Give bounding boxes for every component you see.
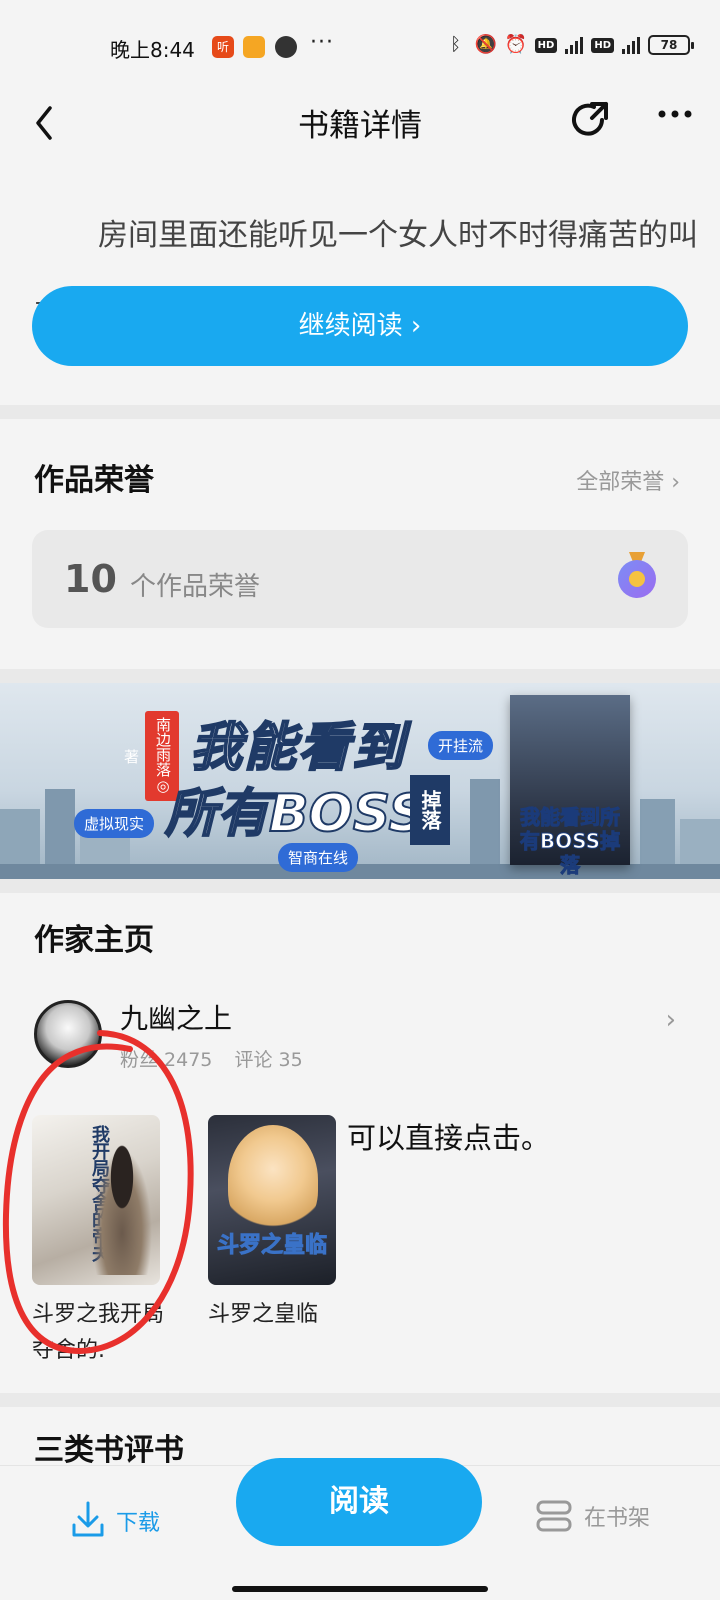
- battery-icon: 78: [648, 35, 694, 55]
- banner-drop-label: 掉落: [410, 775, 450, 845]
- download-button[interactable]: 下载: [70, 1496, 160, 1546]
- status-time: 晚上8:44: [110, 38, 195, 62]
- alarm-icon: ⏰: [504, 34, 528, 55]
- hd-icon: HD: [534, 37, 558, 53]
- chapter-preview: 房间里面还能听见一个女人时不时得痛苦的叫声 继续阅读 ›: [0, 160, 720, 405]
- author-book-card[interactable]: 斗罗之皇临 斗罗之皇临: [208, 1115, 336, 1369]
- mute-icon: 🔕: [474, 34, 498, 55]
- author-name[interactable]: 九幽之上: [120, 997, 232, 1037]
- status-indicators: ᛒ 🔕 ⏰ HD HD 78: [445, 34, 694, 56]
- more-button[interactable]: [650, 94, 700, 138]
- bottom-action-bar: 下载 阅读 在书架: [0, 1458, 720, 1600]
- promo-banner[interactable]: 南边雨落◎著 我能看到 所有BOSS 掉落 虚拟现实 开挂流 智商在线 我能看到…: [0, 683, 720, 879]
- banner-title-line1: 我能看到: [189, 717, 407, 779]
- banner-genre-tag: 虚拟现实: [74, 809, 155, 838]
- author-stats: 粉丝 2475 评论 35: [120, 1045, 319, 1072]
- share-button[interactable]: [568, 98, 612, 142]
- section-divider: [0, 879, 720, 893]
- medal-icon: [618, 560, 656, 598]
- banner-title-line2: 所有BOSS: [164, 783, 427, 845]
- more-icon: [658, 110, 692, 118]
- notes-app-icon: [243, 36, 265, 58]
- banner-cover-title: 我能看到所有BOSS掉落: [519, 805, 621, 878]
- book-title[interactable]: 斗罗之我开局夺舍的.: [32, 1297, 172, 1369]
- signal-icon: [565, 36, 584, 54]
- author-fans-count: 粉丝 2475: [120, 1049, 213, 1071]
- signal-icon-2: [622, 36, 640, 54]
- author-avatar[interactable]: [34, 1000, 102, 1068]
- section-divider: [0, 405, 720, 419]
- banner-style-tag: 开挂流: [428, 731, 494, 760]
- read-button[interactable]: 阅读: [236, 1458, 482, 1546]
- author-book-card[interactable]: 我开局夺舍的帝夫 斗罗之我开局夺舍的.: [32, 1115, 164, 1369]
- cover-character-art: [87, 1135, 157, 1275]
- status-bar: 晚上8:44 听 ··· ᛒ 🔕 ⏰ HD HD 78: [0, 0, 720, 90]
- honors-title: 作品荣誉: [34, 463, 154, 498]
- author-section: 作家主页 九幽之上 粉丝 2475 评论 35 › 我开局夺舍的帝夫 斗罗之我开…: [0, 893, 720, 1393]
- page-title: 书籍详情: [298, 108, 422, 144]
- section-divider: [0, 669, 720, 683]
- book-cover-text: 斗罗之皇临: [216, 1233, 327, 1259]
- author-page-arrow-icon[interactable]: ›: [666, 1005, 676, 1035]
- bluetooth-icon: ᛒ: [450, 34, 462, 55]
- honors-summary-card[interactable]: 10 个作品荣誉: [32, 530, 688, 628]
- all-honors-link[interactable]: 全部荣誉 ›: [576, 464, 680, 496]
- share-icon: [572, 102, 608, 136]
- hd-icon-2: HD: [591, 37, 614, 53]
- top-nav-bar: 书籍详情: [0, 90, 720, 160]
- ting-app-icon: 听: [212, 36, 234, 58]
- recorder-app-icon: [275, 36, 297, 58]
- book-title[interactable]: 斗罗之皇临: [208, 1297, 348, 1369]
- bookshelf-icon: [536, 1500, 572, 1532]
- honors-count-label: 个作品荣誉: [130, 572, 261, 602]
- author-comments-count: 评论 35: [234, 1049, 303, 1071]
- home-indicator[interactable]: [232, 1586, 488, 1592]
- more-notifications-icon: ···: [310, 30, 334, 55]
- banner-publisher-tag: 智商在线: [278, 843, 359, 872]
- book-cover[interactable]: 我开局夺舍的帝夫: [32, 1115, 160, 1285]
- honors-count: 10: [64, 557, 117, 601]
- book-cover[interactable]: 斗罗之皇临: [208, 1115, 336, 1285]
- next-section: 三类书评书: [0, 1405, 720, 1465]
- continue-reading-button[interactable]: 继续阅读 ›: [32, 286, 688, 366]
- honors-section: 作品荣誉 全部荣誉 › 10 个作品荣誉: [0, 419, 720, 669]
- next-section-title: 三类书评书: [34, 1433, 184, 1465]
- bookshelf-button[interactable]: 在书架: [534, 1498, 650, 1534]
- cover-character-art: [228, 1125, 318, 1235]
- bookshelf-label: 在书架: [583, 1506, 650, 1531]
- download-icon: [72, 1501, 104, 1537]
- annotation-note: 可以直接点击。: [347, 1121, 551, 1155]
- banner-book-cover: 我能看到所有BOSS掉落: [510, 695, 630, 878]
- download-label: 下载: [116, 1511, 161, 1536]
- author-section-title: 作家主页: [34, 923, 154, 958]
